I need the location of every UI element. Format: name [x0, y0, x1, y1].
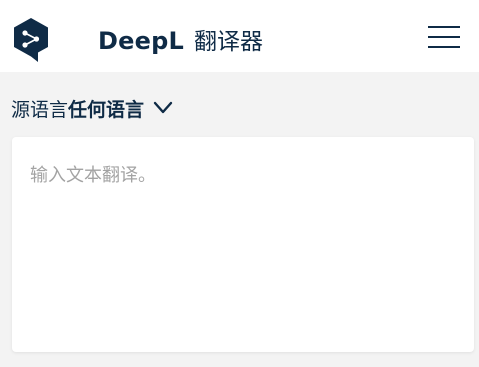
- chevron-down-icon[interactable]: [153, 101, 173, 115]
- brand-name: DeepL: [98, 27, 184, 55]
- source-text-panel: [12, 137, 474, 352]
- source-language-label: 源语言: [11, 98, 69, 121]
- source-language-selector[interactable]: 源语言 任何语言: [11, 94, 173, 122]
- hamburger-menu-icon[interactable]: [426, 24, 462, 50]
- top-bar: DeepL 翻译器: [0, 0, 479, 72]
- deepl-logo-icon[interactable]: [12, 17, 50, 63]
- source-text-input[interactable]: [12, 137, 474, 352]
- brand-subtitle: 翻译器: [193, 29, 263, 55]
- brand[interactable]: DeepL 翻译器: [98, 22, 263, 56]
- source-language-value: 任何语言: [68, 98, 145, 121]
